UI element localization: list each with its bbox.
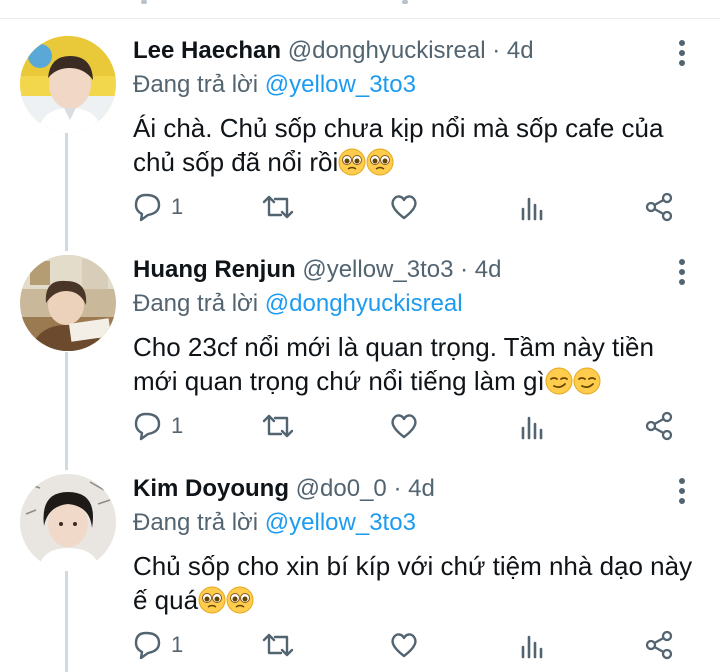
reply-button[interactable]: 1 [133, 410, 183, 444]
analytics-button[interactable] [518, 410, 548, 444]
mention-link[interactable]: @yellow_3to3 [265, 71, 416, 98]
reply-button[interactable]: 1 [133, 191, 183, 225]
like-button[interactable] [388, 629, 420, 663]
tweet-actions: 1 [133, 629, 693, 663]
analytics-button[interactable] [518, 191, 548, 225]
share-button[interactable] [643, 191, 675, 225]
share-button[interactable] [643, 629, 675, 663]
tweet-header: Kim Doyoung @do0_0 · 4d [133, 475, 435, 503]
avatar[interactable] [20, 474, 116, 570]
timestamp[interactable]: 4d [408, 475, 435, 502]
share-icon [645, 192, 673, 222]
tweet-header: Lee Haechan @donghyuckisreal · 4d [133, 37, 534, 65]
avatar[interactable] [20, 36, 116, 132]
tweet-text-content: Ái chà. Chủ sốp chưa kịp nổi mà sốp cafe… [133, 113, 664, 177]
smirking-face-icon [573, 367, 601, 395]
previous-tweet-edge [0, 0, 720, 19]
analytics-icon [521, 416, 543, 440]
user-handle[interactable]: @do0_0 [296, 475, 387, 502]
share-button[interactable] [643, 410, 675, 444]
smirking-face-icon [545, 367, 573, 395]
replying-to-label: Đang trả lời [133, 71, 259, 98]
tweet-text: Cho 23cf nổi mới là quan trọng. Tầm này … [133, 330, 693, 398]
reply-count: 1 [171, 194, 184, 219]
heart-icon [391, 633, 417, 658]
tweet-actions: 1 [133, 410, 693, 444]
thread-line [65, 571, 68, 672]
mention-link[interactable]: @donghyuckisreal [265, 290, 463, 317]
retweet-icon [262, 633, 294, 657]
display-name[interactable]: Lee Haechan [133, 37, 281, 64]
timestamp[interactable]: 4d [475, 256, 502, 283]
replying-to: Đang trả lời @yellow_3to3 [133, 71, 416, 99]
retweet-button[interactable] [261, 629, 295, 663]
more-options-icon[interactable] [672, 257, 692, 287]
analytics-icon [521, 635, 543, 659]
replying-to-label: Đang trả lời [133, 290, 259, 317]
more-options-icon[interactable] [672, 476, 692, 506]
retweet-button[interactable] [261, 191, 295, 225]
analytics-icon [521, 197, 543, 221]
share-icon [645, 411, 673, 441]
user-handle[interactable]: @yellow_3to3 [302, 256, 453, 283]
replying-to: Đang trả lời @donghyuckisreal [133, 290, 463, 318]
tweet-header: Huang Renjun @yellow_3to3 · 4d [133, 256, 502, 284]
thread-line [65, 352, 68, 470]
separator: · [492, 37, 501, 64]
reply-count: 1 [171, 632, 184, 657]
retweet-button[interactable] [261, 410, 295, 444]
reply-icon [134, 631, 161, 660]
reply-button[interactable]: 1 [133, 629, 183, 663]
pleading-face-icon [198, 586, 226, 614]
timestamp[interactable]: 4d [507, 37, 534, 64]
user-handle[interactable]: @donghyuckisreal [288, 37, 486, 64]
tweet-text: Chủ sốp cho xin bí kíp với chứ tiệm nhà … [133, 549, 693, 617]
mention-link[interactable]: @yellow_3to3 [265, 509, 416, 536]
avatar[interactable] [20, 255, 116, 351]
thread-line [65, 133, 68, 251]
like-button[interactable] [388, 410, 420, 444]
share-icon [645, 630, 673, 660]
display-name[interactable]: Huang Renjun [133, 256, 296, 283]
replying-to-label: Đang trả lời [133, 509, 259, 536]
reply-icon [134, 193, 161, 222]
retweet-icon [262, 195, 294, 219]
retweet-icon [262, 414, 294, 438]
analytics-button[interactable] [518, 629, 548, 663]
separator: · [460, 256, 469, 283]
display-name[interactable]: Kim Doyoung [133, 475, 289, 502]
replying-to: Đang trả lời @yellow_3to3 [133, 509, 416, 537]
reply-icon [134, 412, 161, 441]
separator: · [393, 475, 402, 502]
heart-icon [391, 195, 417, 220]
more-options-icon[interactable] [672, 38, 692, 68]
pleading-face-icon [366, 148, 394, 176]
tweet-text: Ái chà. Chủ sốp chưa kịp nổi mà sốp cafe… [133, 111, 693, 179]
tweet-actions: 1 [133, 191, 693, 225]
heart-icon [391, 414, 417, 439]
like-button[interactable] [388, 191, 420, 225]
pleading-face-icon [226, 586, 254, 614]
reply-count: 1 [171, 413, 184, 438]
pleading-face-icon [338, 148, 366, 176]
